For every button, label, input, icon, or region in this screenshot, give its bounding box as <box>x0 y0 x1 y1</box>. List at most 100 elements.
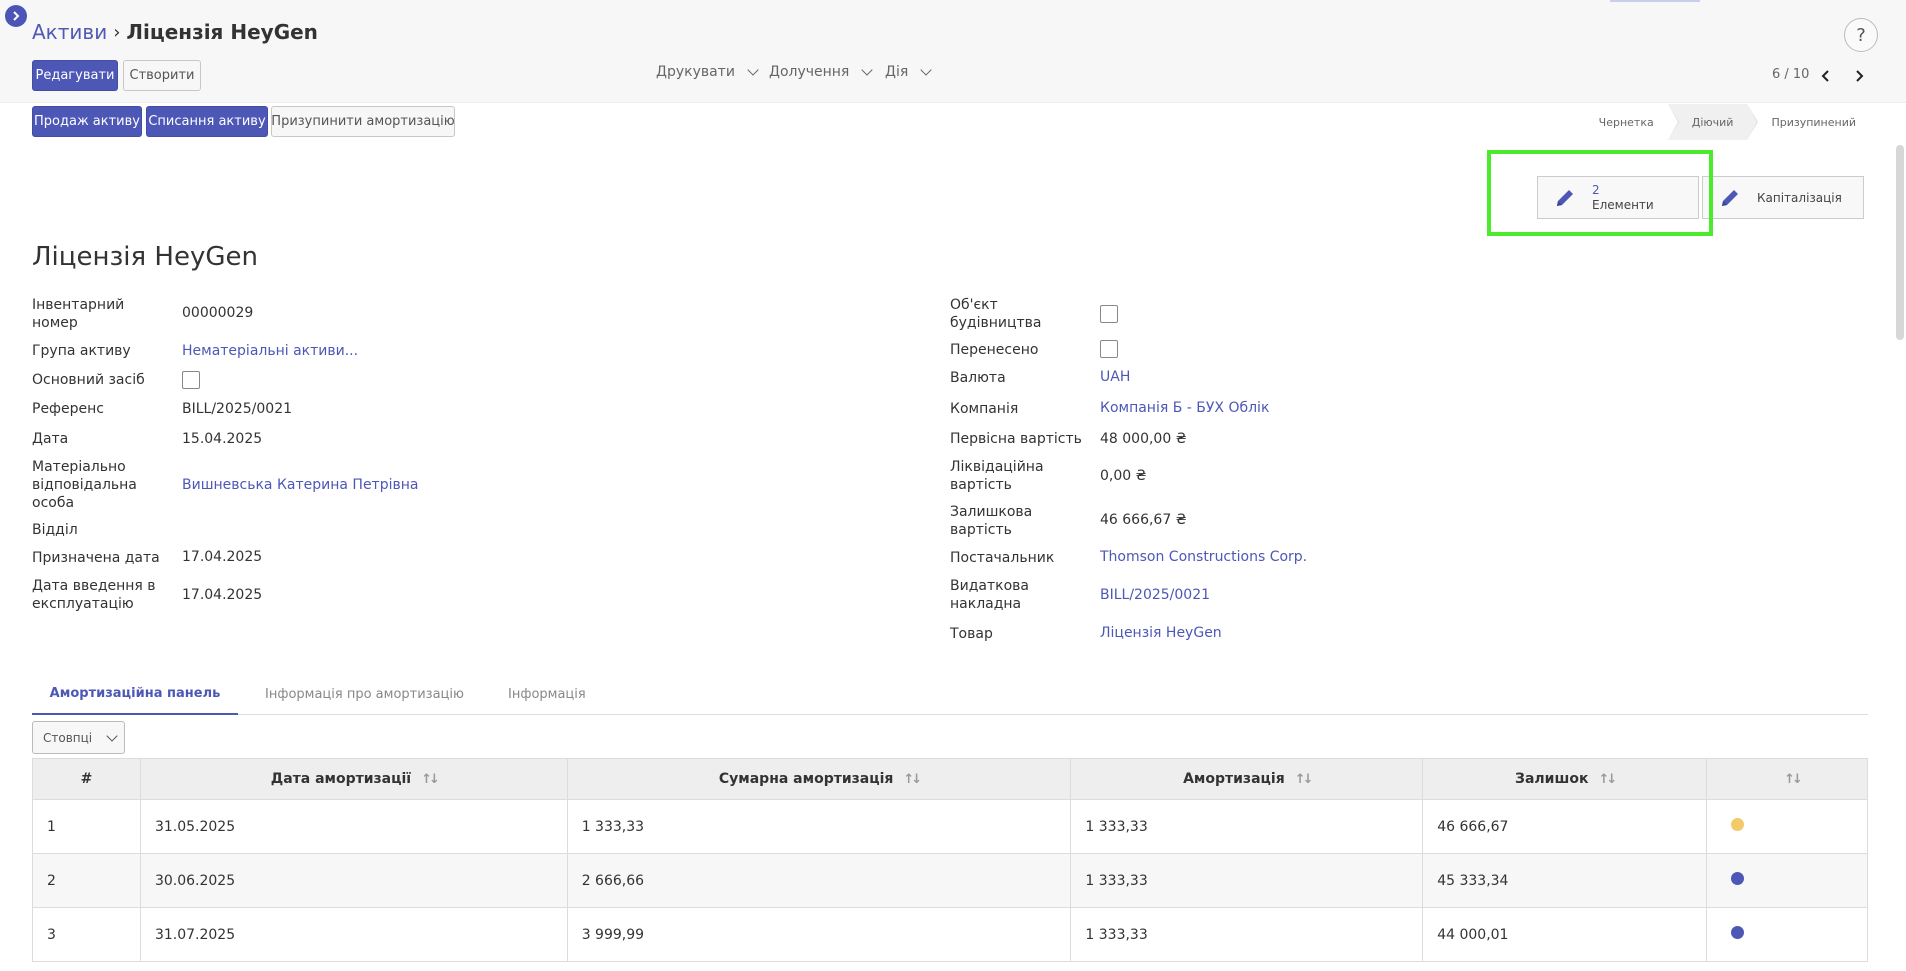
field-label: Видаткова накладна <box>950 578 1029 612</box>
field-label: Матеріально відповідальна особа <box>32 459 137 511</box>
status-dot-icon <box>1731 872 1745 885</box>
action-menu-label: Дія <box>885 64 909 80</box>
vendor-link[interactable]: Thomson Constructions Corp. <box>1100 548 1307 566</box>
status-step-label: Чернетка <box>1598 115 1654 129</box>
top-accent-bar <box>1610 0 1700 2</box>
row-cumulative: 1 333,33 <box>566 799 1072 854</box>
sort-icon: ↑↓ <box>1294 772 1314 787</box>
row-date: 31.05.2025 <box>139 799 568 854</box>
field-label: Група активу <box>32 343 131 359</box>
table-row[interactable]: 3 31.07.2025 3 999,99 1 333,33 44 000,01 <box>32 907 1868 962</box>
row-number: 2 <box>32 853 141 908</box>
tab-depreciation-board[interactable]: Амортизаційна панель <box>32 674 238 715</box>
status-step-draft[interactable]: Чернетка <box>1574 104 1679 140</box>
pager-next-icon[interactable] <box>1851 68 1867 84</box>
currency-link[interactable]: UAH <box>1100 368 1130 386</box>
print-menu-label: Друкувати <box>656 64 735 80</box>
breadcrumb-separator-icon: › <box>113 21 121 43</box>
column-header-date[interactable]: Дата амортизації ↑↓ <box>139 758 568 800</box>
breadcrumb-current: Ліцензія HeyGen <box>126 20 318 44</box>
reference-value[interactable]: BILL/2025/0021 <box>182 400 292 418</box>
assigned-date-value[interactable]: 17.04.2025 <box>182 548 262 566</box>
attachments-menu-label: Долучення <box>769 64 850 80</box>
pencil-icon <box>1717 185 1743 211</box>
commissioning-date-value[interactable]: 17.04.2025 <box>182 586 262 604</box>
capitalization-smart-button[interactable]: Капіталізація <box>1702 176 1864 219</box>
row-number: 3 <box>32 907 141 962</box>
table-row[interactable]: 2 30.06.2025 2 666,66 1 333,33 45 333,34 <box>32 853 1868 908</box>
sort-icon: ↑↓ <box>903 772 922 787</box>
invoice-link[interactable]: BILL/2025/0021 <box>1100 586 1210 604</box>
columns-button[interactable]: Стовпці <box>32 721 125 754</box>
columns-button-label: Стовпці <box>43 730 93 745</box>
field-label: Первісна вартість <box>950 431 1082 447</box>
construction-object-checkbox[interactable] <box>1100 305 1118 323</box>
dispose-asset-button[interactable]: Списання активу <box>146 106 268 137</box>
fixed-asset-checkbox[interactable] <box>182 371 200 389</box>
create-button[interactable]: Створити <box>123 60 201 91</box>
scrollbar[interactable] <box>1896 145 1904 340</box>
tab-info[interactable]: Інформація <box>508 674 586 715</box>
field-label: Дата <box>32 431 69 447</box>
field-label: Постачальник <box>950 550 1055 566</box>
product-link[interactable]: Ліцензія HeyGen <box>1100 624 1222 642</box>
salvage-value[interactable]: 0,00 ₴ <box>1100 467 1146 485</box>
notebook-tabs: Амортизаційна панель Інформація про амор… <box>32 674 1868 715</box>
responsible-person-link[interactable]: Вишневська Катерина Петрівна <box>182 476 418 494</box>
column-header-cumulative[interactable]: Сумарна амортизація ↑↓ <box>566 758 1072 800</box>
capitalization-label: Капіталізація <box>1757 190 1842 205</box>
original-value[interactable]: 48 000,00 ₴ <box>1100 430 1187 448</box>
action-menu[interactable]: Дія <box>885 64 932 80</box>
field-label: Референс <box>32 401 104 417</box>
sort-icon: ↑↓ <box>1598 772 1617 787</box>
company-link[interactable]: Компанія Б - БУХ Облік <box>1100 399 1269 417</box>
help-button[interactable]: ? <box>1844 18 1878 52</box>
row-remaining: 45 333,34 <box>1422 853 1708 908</box>
row-cumulative: 2 666,66 <box>566 853 1072 908</box>
pause-depreciation-button[interactable]: Призупинити амортизацію <box>271 106 455 137</box>
status-steps: Чернетка Діючий Призупинений <box>1574 104 1870 140</box>
asset-group-link[interactable]: Нематеріальні активи... <box>182 342 358 360</box>
tab-depreciation-info[interactable]: Інформація про амортизацію <box>265 674 464 715</box>
edit-button[interactable]: Редагувати <box>32 60 118 91</box>
field-label: Об'єкт будівництва <box>950 297 1042 331</box>
pager-value[interactable]: 6 / 10 <box>1772 67 1809 82</box>
status-step-paused[interactable]: Призупинений <box>1747 104 1870 140</box>
status-step-active[interactable]: Діючий <box>1667 104 1759 140</box>
status-dot-icon <box>1731 818 1745 831</box>
column-header-number[interactable]: # <box>32 758 141 800</box>
transferred-checkbox[interactable] <box>1100 340 1118 358</box>
field-label: Дата введення в експлуатацію <box>32 578 156 612</box>
breadcrumb-parent-link[interactable]: Активи <box>32 20 107 44</box>
field-label: Інвентарний номер <box>32 297 125 331</box>
depreciation-table: # Дата амортизації ↑↓ Сумарна амортизація… <box>32 758 1868 962</box>
column-header-remaining[interactable]: Залишок ↑↓ <box>1422 758 1708 800</box>
pager-prev-icon[interactable] <box>1818 68 1834 84</box>
row-amount: 1 333,33 <box>1070 799 1424 854</box>
breadcrumb: Активи › Ліцензія HeyGen <box>32 20 318 44</box>
print-menu[interactable]: Друкувати <box>656 64 759 80</box>
table-row[interactable]: 1 31.05.2025 1 333,33 1 333,33 46 666,67 <box>32 799 1868 854</box>
column-header-status[interactable]: ↑↓ <box>1706 758 1868 800</box>
field-label: Ліквідаційна вартість <box>950 459 1044 493</box>
chevron-down-icon <box>106 729 118 742</box>
row-remaining: 44 000,01 <box>1422 907 1708 962</box>
status-step-label: Діючий <box>1691 115 1734 129</box>
attachments-menu[interactable]: Долучення <box>769 64 874 80</box>
menu-toggle-icon[interactable] <box>5 5 27 27</box>
sell-asset-button[interactable]: Продаж активу <box>32 106 142 137</box>
inventory-number-value[interactable]: 00000029 <box>182 304 253 322</box>
field-label: Призначена дата <box>32 550 160 566</box>
record-title: Ліцензія HeyGen <box>32 242 258 272</box>
row-amount: 1 333,33 <box>1070 907 1424 962</box>
status-step-label: Призупинений <box>1771 115 1856 129</box>
row-remaining: 46 666,67 <box>1422 799 1708 854</box>
chevron-down-icon <box>747 64 759 76</box>
sort-icon: ↑↓ <box>1784 772 1803 787</box>
chevron-down-icon <box>861 64 874 76</box>
field-label: Валюта <box>950 370 1006 386</box>
row-date: 30.06.2025 <box>139 853 568 908</box>
column-header-amount[interactable]: Амортизація ↑↓ <box>1070 758 1424 800</box>
date-value[interactable]: 15.04.2025 <box>182 430 262 448</box>
residual-value: 46 666,67 ₴ <box>1100 512 1187 528</box>
